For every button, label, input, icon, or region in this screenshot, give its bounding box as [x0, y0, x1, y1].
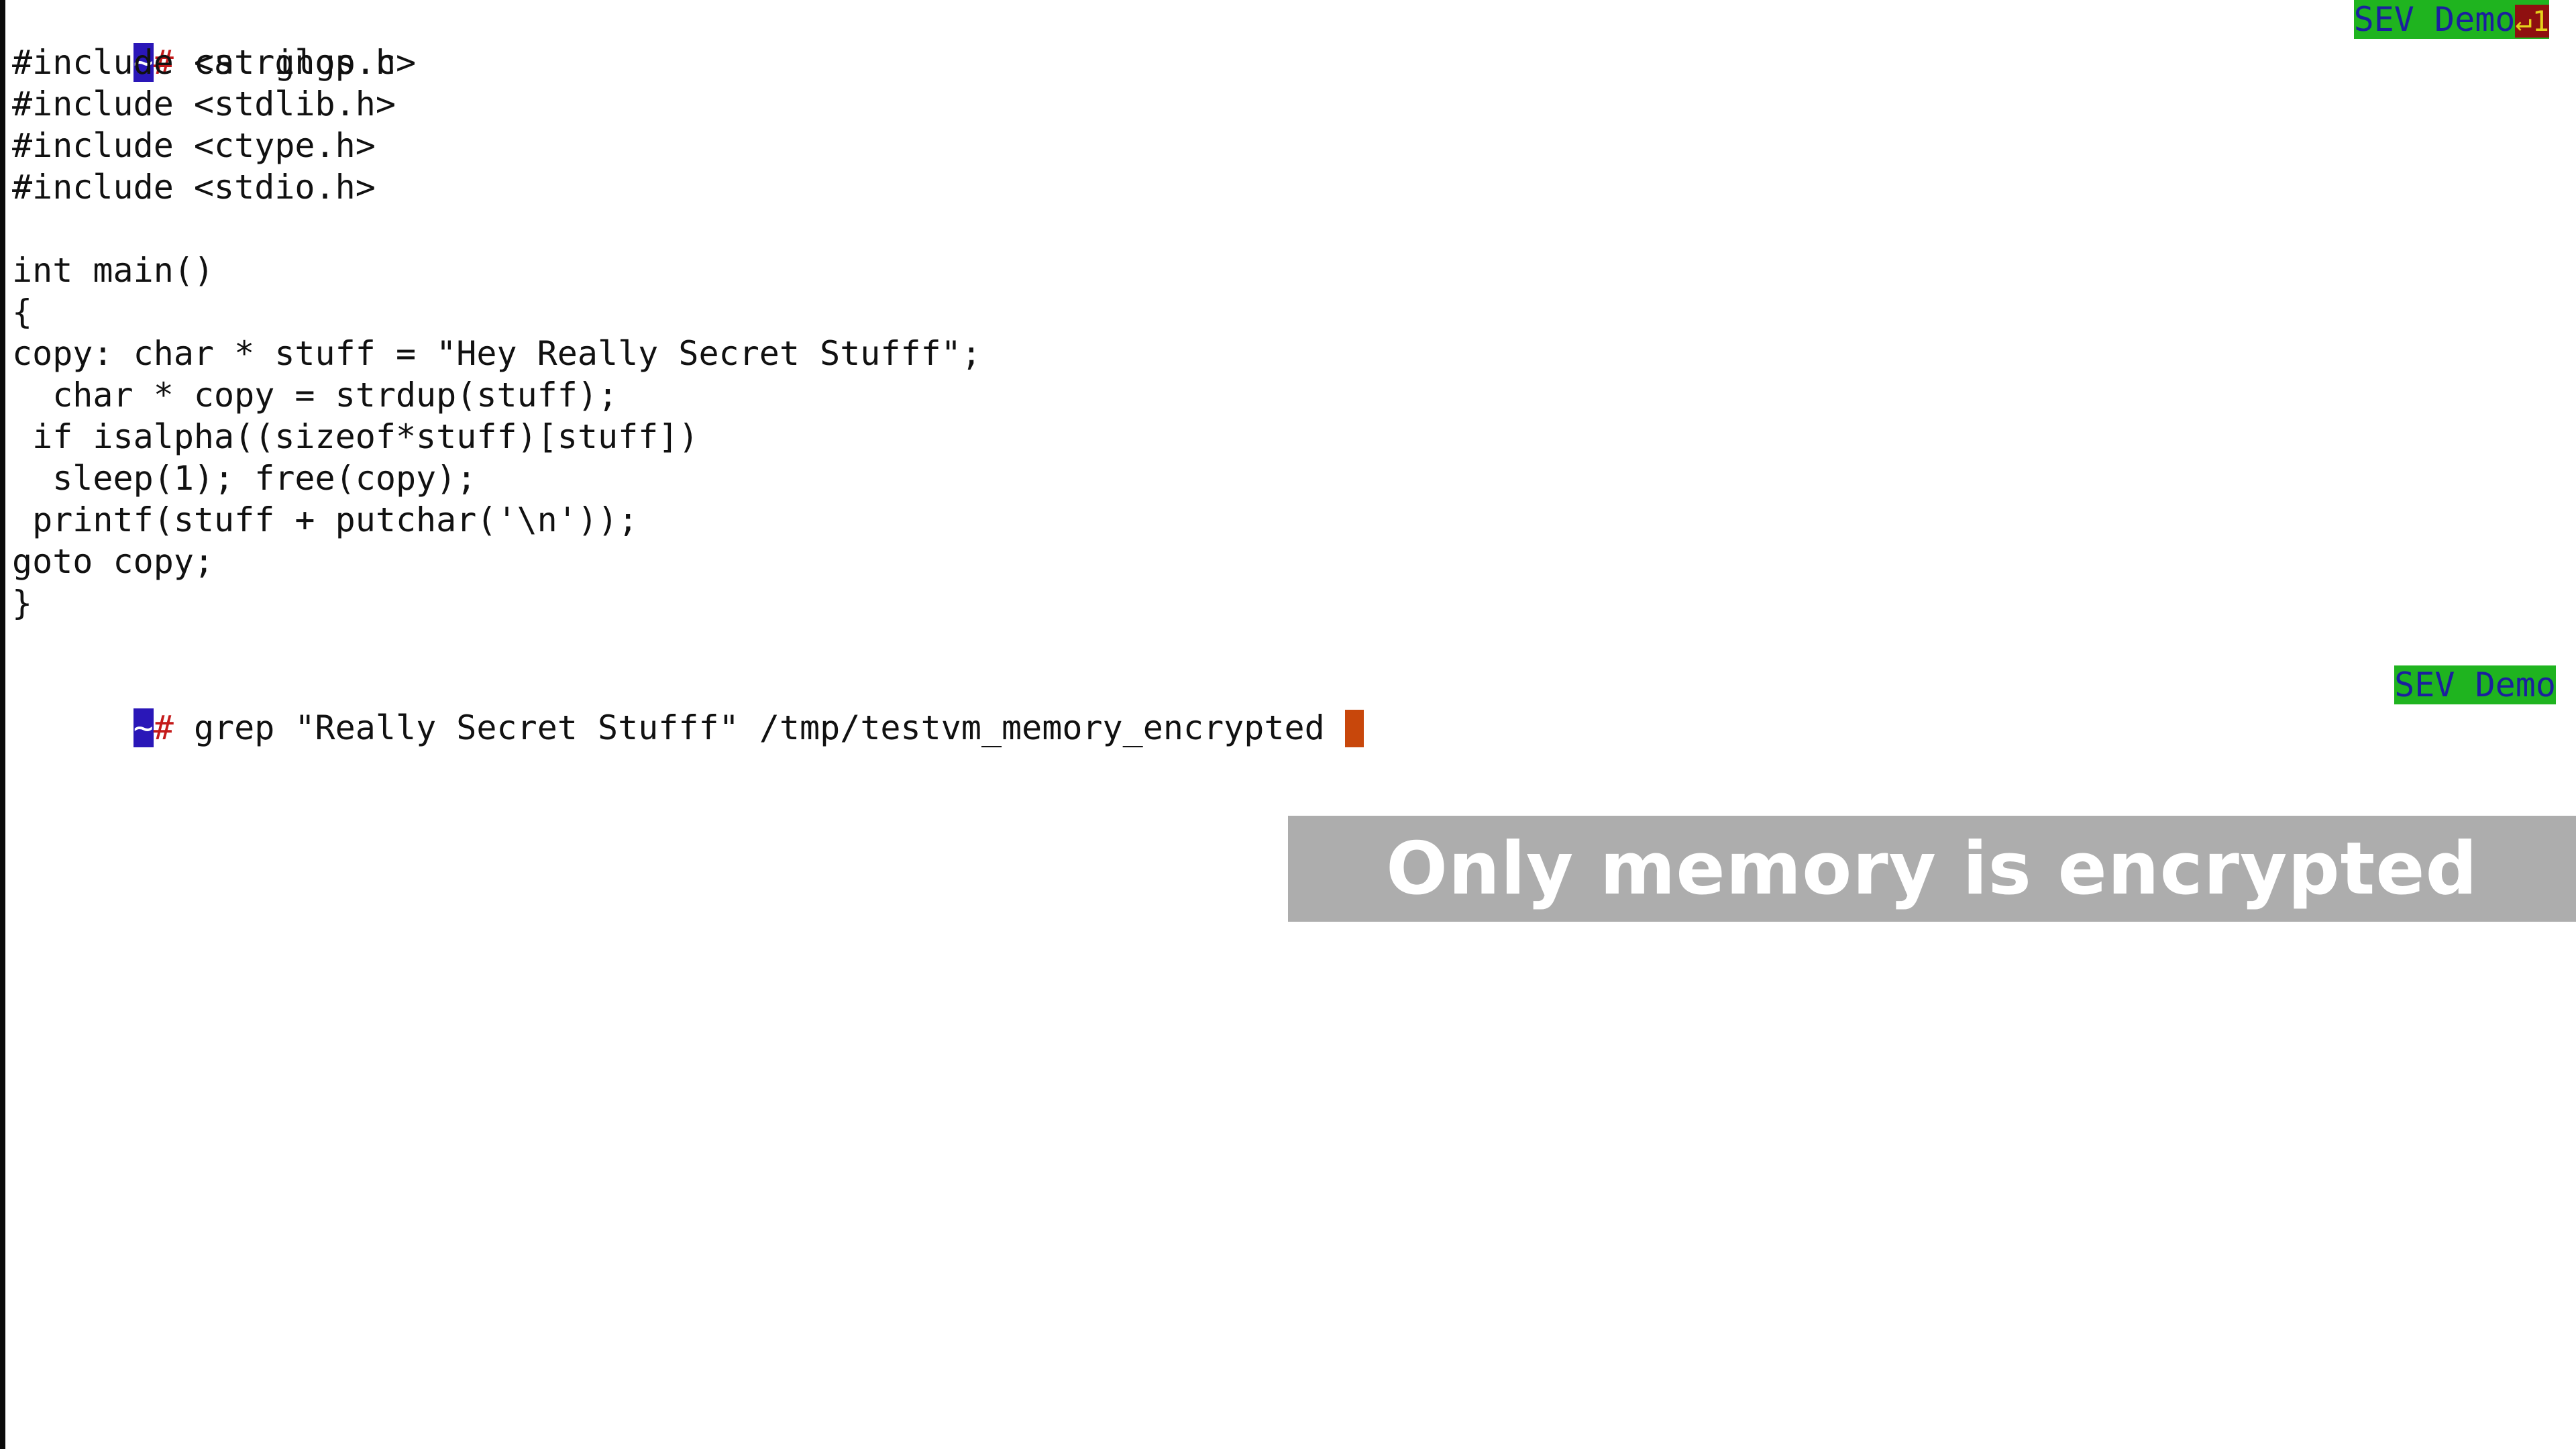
- terminal-window[interactable]: ~# cat glop.c SEV Demo↵1 #include <strin…: [12, 0, 2561, 747]
- caption-banner: Only memory is encrypted: [1288, 816, 2576, 922]
- screen: ~# cat glop.c SEV Demo↵1 #include <strin…: [0, 0, 2576, 1449]
- code-line: #include <stdio.h>: [12, 168, 376, 207]
- code-line: {: [12, 292, 33, 331]
- code-line: if isalpha((sizeof*stuff)[stuff]): [12, 417, 699, 456]
- status-badge: SEV Demo: [2394, 665, 2556, 704]
- prompt-tilde: ~: [133, 708, 154, 747]
- status-badge-top: SEV Demo↵1: [2353, 0, 2549, 39]
- caption-text: Only memory is encrypted: [1386, 826, 2478, 911]
- code-line: copy: char * stuff = "Hey Really Secret …: [12, 334, 981, 373]
- prompt-hash: #: [153, 708, 174, 747]
- code-line: #include <stdlib.h>: [12, 85, 396, 123]
- window-border: [0, 0, 5, 1449]
- badge-label: SEV Demo: [2353, 0, 2516, 39]
- code-line: char * copy = strdup(stuff);: [12, 376, 619, 415]
- code-line: }: [12, 584, 33, 623]
- code-line: #include <strings.h>: [12, 43, 417, 82]
- code-line: int main(): [12, 251, 215, 290]
- code-line: #include <ctype.h>: [12, 126, 376, 165]
- text-cursor: [1344, 709, 1364, 747]
- code-line: sleep(1); free(copy);: [12, 459, 477, 498]
- code-line: goto copy;: [12, 542, 215, 581]
- terminal-command-line-1: ~# cat glop.c SEV Demo↵1: [12, 0, 2561, 82]
- bell-icon: ↵1: [2515, 5, 2549, 38]
- command-grep: grep "Really Secret Stufff" /tmp/testvm_…: [173, 708, 1345, 747]
- code-line: printf(stuff + putchar('\n'));: [12, 500, 639, 539]
- terminal-command-line-2[interactable]: ~# grep "Really Secret Stufff" /tmp/test…: [12, 665, 2561, 747]
